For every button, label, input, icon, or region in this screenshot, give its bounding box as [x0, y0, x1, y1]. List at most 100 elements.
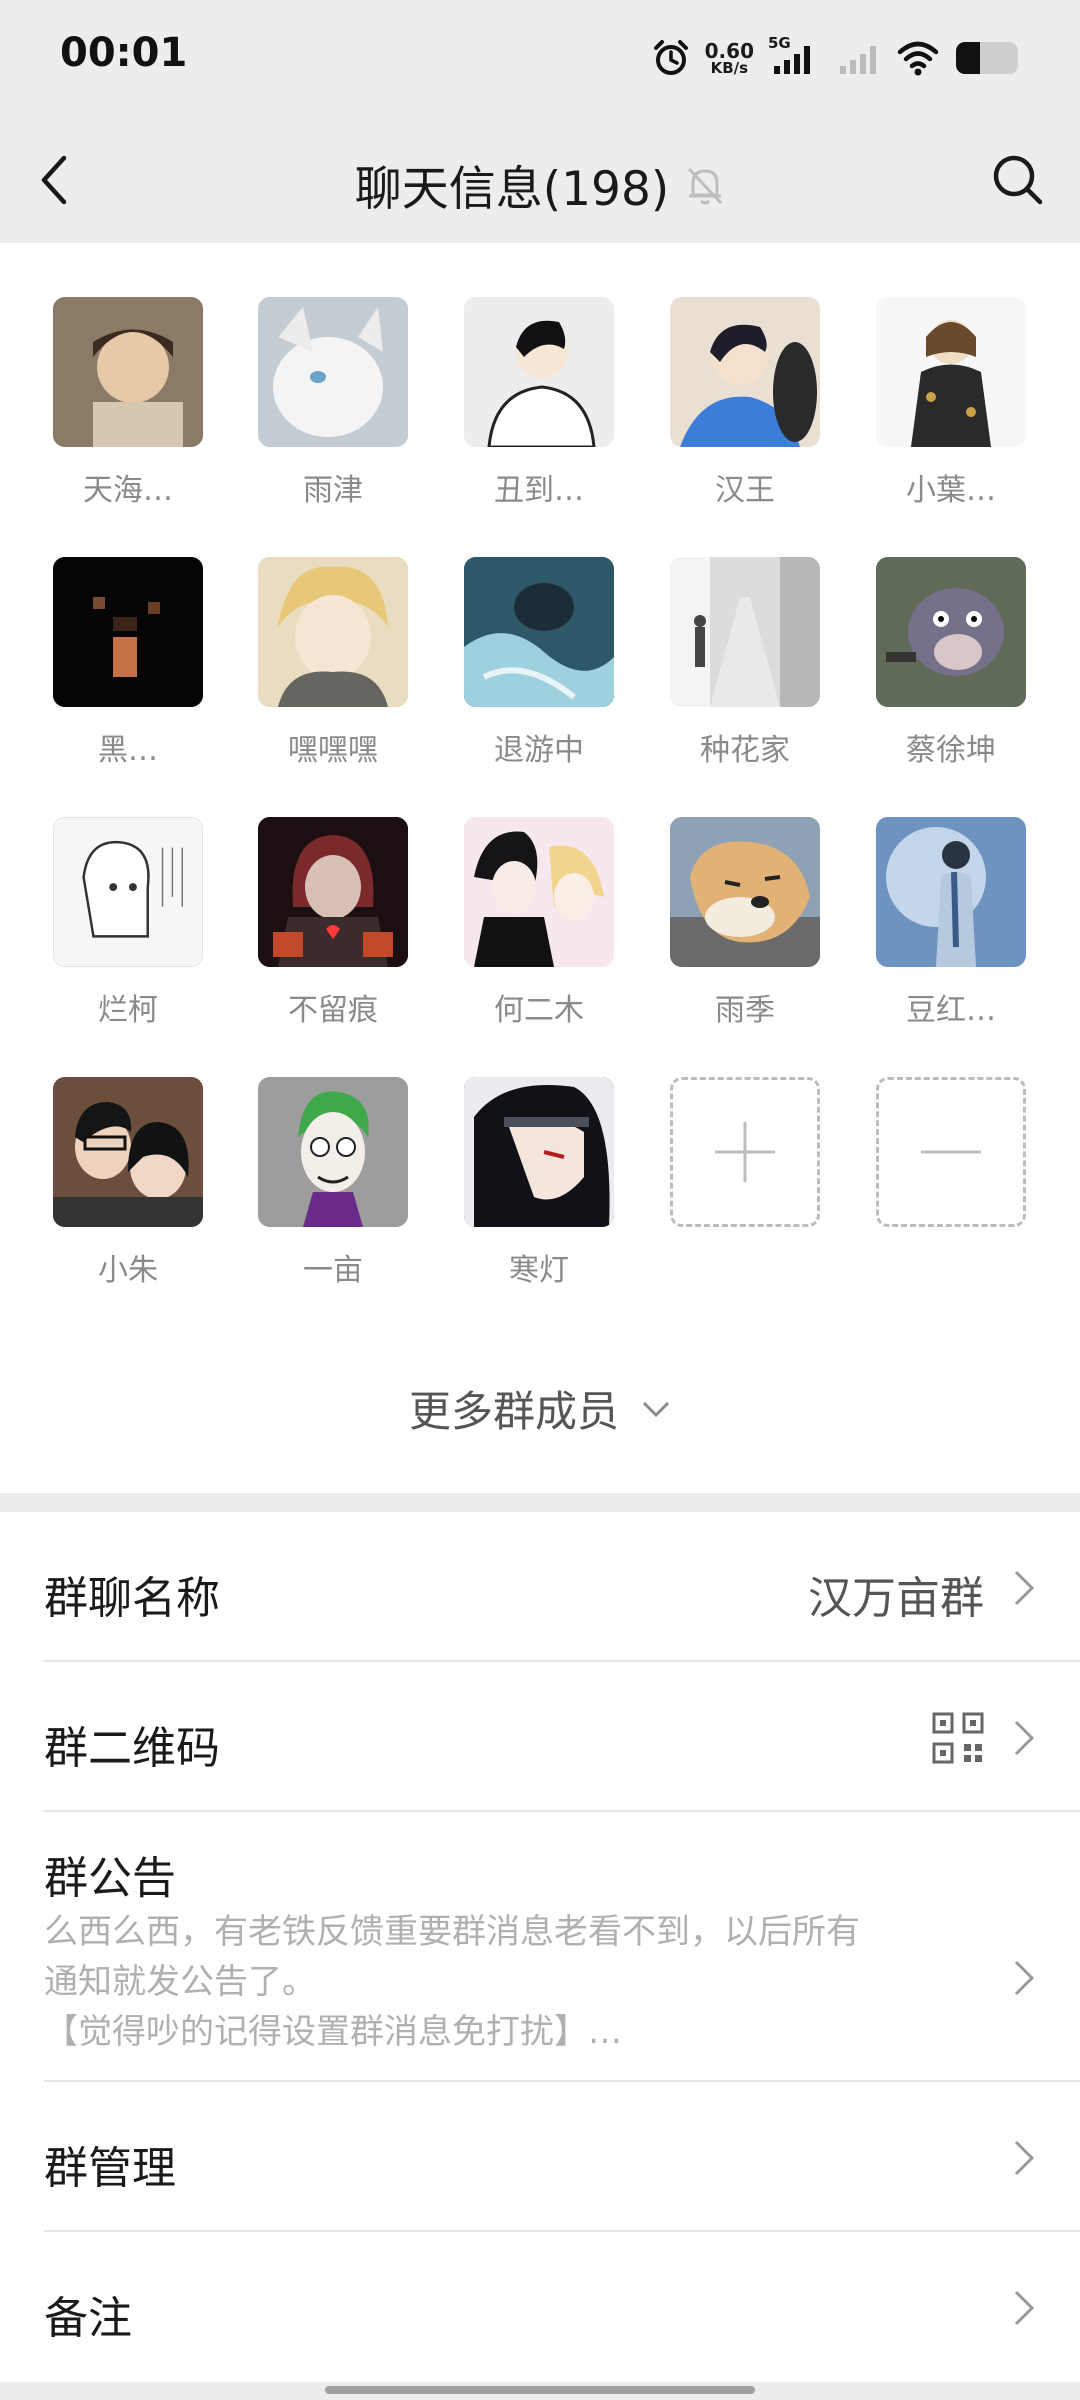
member-item[interactable]: 蔡徐坤 [876, 557, 1026, 769]
announcement-line: 通知就发公告了。 [44, 1962, 316, 2002]
avatar [258, 1077, 408, 1227]
avatar [53, 557, 203, 707]
group-qr-label: 群二维码 [44, 1723, 220, 1774]
avatar [670, 817, 820, 967]
minus-icon [921, 1150, 981, 1154]
group-name-row[interactable]: 群聊名称 汉万亩群 [0, 1512, 1080, 1662]
chevron-right-icon [1014, 1720, 1035, 1756]
net-speed-value: 0.60 [704, 38, 754, 63]
remove-member-button[interactable] [876, 1077, 1026, 1227]
signal-secondary-icon [840, 46, 876, 74]
member-name: 烂柯 [98, 993, 158, 1028]
avatar [53, 817, 203, 967]
group-management-row[interactable]: 群管理 [0, 2082, 1080, 2232]
avatar [464, 557, 614, 707]
avatar [258, 297, 408, 447]
chevron-down-icon [642, 1401, 670, 1417]
battery-icon [956, 42, 1018, 74]
add-member-button[interactable] [670, 1077, 820, 1227]
member-name: 雨季 [715, 993, 775, 1028]
member-item[interactable]: 小葉… [876, 297, 1026, 509]
avatar [670, 297, 820, 447]
member-item[interactable]: 小朱 [53, 1077, 203, 1289]
member-name: 天海… [83, 473, 173, 508]
chevron-right-icon [1014, 1570, 1035, 1606]
plus-icon [715, 1122, 775, 1182]
member-item[interactable]: 一亩 [258, 1077, 408, 1289]
status-icons: 0.60 KB/s 5G [651, 30, 1020, 86]
home-indicator[interactable] [325, 2386, 755, 2394]
announcement-text: 么西么西，有老铁反馈重要群消息老看不到，以后所有 通知就发公告了。 【觉得吵的记… [44, 1907, 964, 2057]
member-name: 蔡徐坤 [906, 733, 996, 768]
avatar [876, 817, 1026, 967]
group-name-label: 群聊名称 [44, 1573, 220, 1624]
member-name: 丑到… [494, 473, 584, 508]
avatar [258, 557, 408, 707]
remark-row[interactable]: 备注 [0, 2232, 1080, 2382]
member-item[interactable]: 汉王 [670, 297, 820, 509]
member-item[interactable]: 丑到… [464, 297, 614, 509]
add-member-box[interactable] [670, 1077, 820, 1227]
avatar [464, 817, 614, 967]
signal-5g: 5G [768, 34, 824, 78]
chevron-right-icon [1014, 1960, 1035, 1996]
member-item[interactable]: 雨津 [258, 297, 408, 509]
bell-muted-icon [688, 167, 723, 204]
page-title: 聊天信息(198) [354, 162, 670, 217]
member-name: 雨津 [303, 473, 363, 508]
member-item[interactable]: 种花家 [670, 557, 820, 769]
group-announcement-label: 群公告 [44, 1853, 176, 1904]
avatar [53, 1077, 203, 1227]
alarm-icon [653, 40, 688, 75]
member-name: 种花家 [700, 733, 790, 768]
avatar [464, 1077, 614, 1227]
avatar [876, 557, 1026, 707]
group-announcement-row[interactable]: 群公告 么西么西，有老铁反馈重要群消息老看不到，以后所有 通知就发公告了。 【觉… [0, 1812, 1080, 2082]
member-item[interactable]: 天海… [53, 297, 203, 509]
member-grid: 天海… 雨津 丑到… 汉王 小葉… 黑… 嘿嘿嘿 退游中 种花家 蔡徐坤 烂柯 … [0, 243, 1080, 1493]
more-members-label: 更多群成员 [408, 1387, 619, 1436]
member-name: 嘿嘿嘿 [288, 733, 378, 768]
member-name: 黑… [98, 733, 158, 768]
member-item[interactable]: 烂柯 [53, 817, 203, 1029]
avatar [876, 297, 1026, 447]
member-name: 寒灯 [509, 1253, 569, 1288]
member-item[interactable]: 嘿嘿嘿 [258, 557, 408, 769]
status-time: 00:01 [60, 30, 188, 76]
member-name: 退游中 [494, 733, 584, 768]
group-qr-row[interactable]: 群二维码 [0, 1662, 1080, 1812]
group-name-value: 汉万亩群 [808, 1573, 984, 1624]
net-speed: 0.60 KB/s [705, 41, 754, 76]
member-item[interactable]: 不留痕 [258, 817, 408, 1029]
nav-bar: 聊天信息(198) [0, 118, 1080, 243]
chevron-right-icon [1014, 2140, 1035, 2176]
member-item[interactable]: 退游中 [464, 557, 614, 769]
qr-code-icon [932, 1712, 984, 1764]
net-speed-unit: KB/s [710, 58, 749, 77]
avatar [464, 297, 614, 447]
chevron-right-icon [1014, 2290, 1035, 2326]
avatar [258, 817, 408, 967]
settings-list: 群聊名称 汉万亩群 群二维码 群公告 么西么西，有老铁反馈重要群消息老看不到，以… [0, 1512, 1080, 2382]
remove-member-box[interactable] [876, 1077, 1026, 1227]
member-name: 不留痕 [288, 993, 378, 1028]
signal-icon [774, 46, 810, 74]
announcement-line: 么西么西，有老铁反馈重要群消息老看不到，以后所有 [44, 1912, 860, 1952]
member-item[interactable]: 雨季 [670, 817, 820, 1029]
announcement-line: 【觉得吵的记得设置群消息免打扰】… [44, 2012, 622, 2052]
member-name: 汉王 [715, 473, 775, 508]
member-item[interactable]: 豆红… [876, 817, 1026, 1029]
member-item[interactable]: 寒灯 [464, 1077, 614, 1289]
status-bar: 00:01 0.60 KB/s 5G [0, 0, 1080, 118]
wifi-icon [897, 41, 939, 76]
member-name: 何二木 [494, 993, 584, 1028]
page-title-container: 聊天信息(198) [0, 150, 1080, 219]
member-name: 一亩 [303, 1253, 363, 1288]
remark-label: 备注 [44, 2293, 132, 2344]
member-name: 小朱 [98, 1253, 158, 1288]
member-item[interactable]: 何二木 [464, 817, 614, 1029]
member-name: 豆红… [906, 993, 996, 1028]
more-members-button[interactable]: 更多群成员 [0, 1378, 1080, 1439]
search-icon[interactable] [990, 152, 1046, 208]
member-item[interactable]: 黑… [53, 557, 203, 769]
